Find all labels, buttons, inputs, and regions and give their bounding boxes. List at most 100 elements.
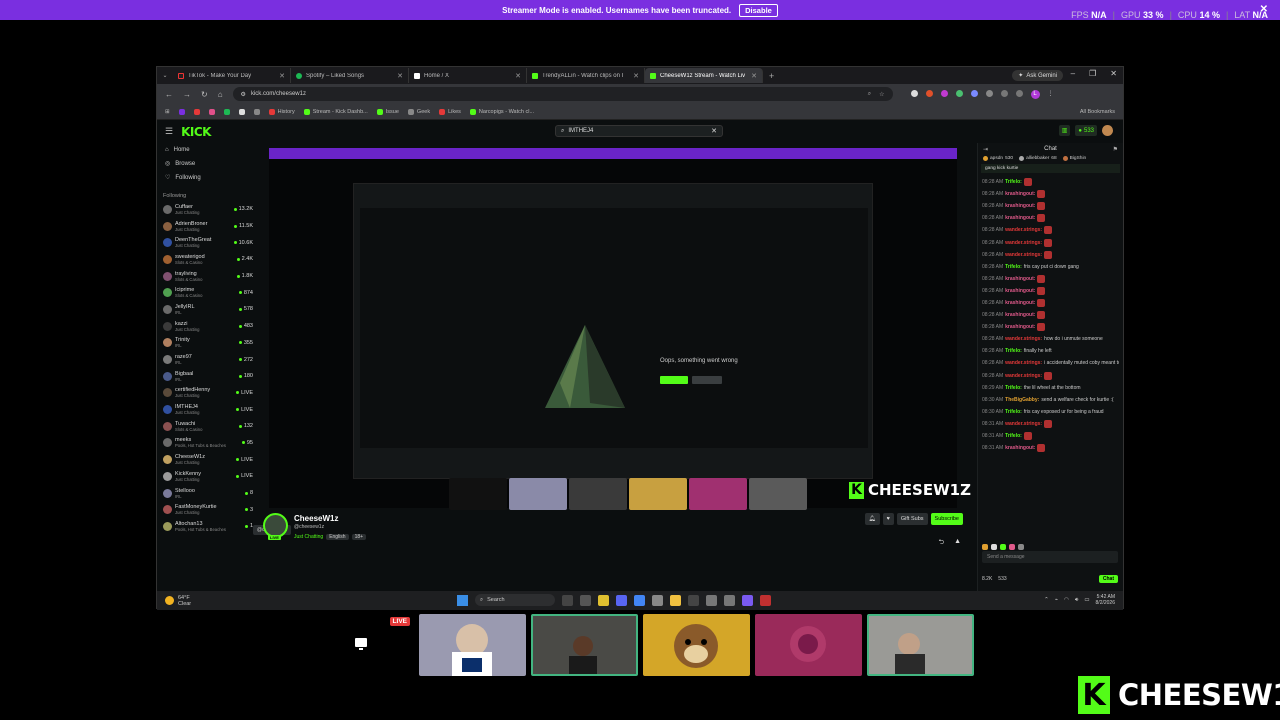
close-tab-icon[interactable]: ✕ [633,72,639,80]
studio-button[interactable]: ▥ [1058,125,1071,136]
url-input[interactable]: ⚙ kick.com/cheesew1z ⌕ ☆ [232,87,893,101]
emote-icon[interactable] [1000,544,1006,550]
extension-icon[interactable] [910,89,918,97]
widgets-icon[interactable] [580,594,591,606]
bookmark-likes[interactable]: Likes [439,108,461,115]
following-item[interactable]: Iciprime Slots & Casino 874 [163,285,253,300]
webcam-tile[interactable] [419,614,526,676]
discord-icon[interactable] [616,594,627,606]
chat-message[interactable]: 08:29 AM Trifelo: the lil wheel at the bot… [982,382,1119,394]
following-item[interactable]: Trinity IRL 355 [163,336,253,351]
following-item[interactable]: FastMoneyKurtie Just Chatting 3 [163,502,253,517]
message-user[interactable]: Trifelo: [1005,179,1022,185]
clock[interactable]: 5:42 AM 8/2/2026 [1096,594,1115,606]
chat-message[interactable]: 08:30 AM Trifelo: fris cay exposed ur for … [982,406,1119,418]
message-user[interactable]: wander.strings: [1005,421,1042,427]
zoom-icon[interactable]: ⌕ [868,91,871,98]
tab-search-icon[interactable]: ⌄ [157,72,173,79]
forward-icon[interactable]: → [183,90,191,99]
webcam-tile[interactable] [531,614,638,676]
volume-icon[interactable]: 🔊︎ [1075,597,1078,604]
extension-icon[interactable] [940,89,948,97]
profile-avatar[interactable]: L [1030,89,1040,99]
following-item[interactable]: AdrienBroner Just Chatting 11.5K [163,219,253,234]
emote-icon[interactable] [982,544,988,550]
sidebar-item-following[interactable]: ♡ Following [165,174,249,182]
tab-cheesew1z[interactable]: CheeseW1z Stream - Watch Liv ✕ [645,68,763,83]
follow-heart-icon[interactable]: ♥ [882,513,894,525]
ask-gemini-button[interactable]: ✦ Ask Gemini [1012,70,1063,81]
chat-message[interactable]: 08:28 AM krashingout: [982,285,1119,297]
bookmark-star-icon[interactable]: ☆ [879,91,884,98]
app-icon[interactable] [742,594,753,606]
tab-tiktok[interactable]: TikTok - Make Your Day ✕ [173,68,291,83]
app-icon[interactable] [652,594,663,606]
close-tab-icon[interactable]: ✕ [279,72,285,80]
chat-message[interactable]: 08:28 AM krashingout: [982,200,1119,212]
streamer-name[interactable]: CheeseW1z [294,514,338,523]
gifter-item[interactable]: alliebbaker 68 [1019,156,1057,161]
notifications-bell-icon[interactable]: 🔔︎ [864,513,880,525]
following-item[interactable]: sweaterigod Slots & Casino 2.4K [163,252,253,267]
chat-message[interactable]: 08:28 AM krashingout: [982,188,1119,200]
downloads-icon[interactable] [1015,89,1023,97]
sidebar-item-browse[interactable]: ◎ Browse [165,160,249,168]
extension-icon[interactable] [925,89,933,97]
chat-message[interactable]: 08:28 AM Trifelo: fris cay put ci down gan… [982,261,1119,273]
puzzle-icon[interactable] [985,89,993,97]
close-window-icon[interactable]: ✕ [1110,69,1117,78]
emote-icon[interactable] [1018,544,1024,550]
following-item[interactable]: meeks Pools, Hot Tubs & Beaches 95 [163,436,253,451]
share-icon[interactable]: ⮌ [938,538,944,549]
task-view-icon[interactable] [562,594,573,606]
category-link[interactable]: Just Chatting [294,534,323,540]
chat-message[interactable]: 08:28 AM wander.strings: [982,370,1119,382]
new-tab-button[interactable]: + [763,71,780,81]
gift-subs-button[interactable]: Gift Subs [896,513,928,525]
close-tab-icon[interactable]: ✕ [515,72,521,80]
message-user[interactable]: krashingout: [1005,203,1035,209]
message-user[interactable]: krashingout: [1005,300,1035,306]
following-item[interactable]: kazzi Just Chatting 483 [163,319,253,334]
kick-points-button[interactable]: ● 533 [1075,125,1097,136]
screen-share-tile[interactable]: LIVE [307,614,414,676]
message-user[interactable]: krashingout: [1005,276,1035,282]
close-tab-icon[interactable]: ✕ [397,72,403,80]
following-item[interactable]: JellyIRL IRL 578 [163,302,253,317]
retry-button[interactable] [660,376,688,384]
message-user[interactable]: Trifelo: [1005,348,1022,354]
clear-search-icon[interactable]: ✕ [711,127,717,135]
following-item[interactable]: raze97 IRL 272 [163,352,253,367]
tab-x[interactable]: Home / X ✕ [409,68,527,83]
chat-message[interactable]: 08:28 AM krashingout: [982,297,1119,309]
message-user[interactable]: krashingout: [1005,324,1035,330]
following-item[interactable]: DeenTheGreat Just Chatting 10.6K [163,235,253,250]
message-user[interactable]: Trifelo: [1005,385,1022,391]
chat-message[interactable]: 08:28 AM Trifelo: [982,176,1119,188]
settings-icon[interactable] [706,594,717,606]
app-icon[interactable] [760,594,771,606]
bookmark-history[interactable]: History [268,108,295,115]
obs-icon[interactable] [688,594,699,606]
chat-message[interactable]: 08:30 AM TheBigGabby: send a welfare check… [982,394,1119,406]
subscribe-button[interactable]: Subscribe [930,513,963,525]
chat-message[interactable]: 08:31 AM Trifelo: [982,430,1119,442]
message-user[interactable]: wander.strings: [1005,227,1042,233]
message-user[interactable]: Trifelo: [1005,433,1022,439]
cast-icon[interactable] [1000,89,1008,97]
following-item[interactable]: certifiedHenny Just Chatting LIVE [163,386,253,401]
message-user[interactable]: Trifelo: [1005,264,1022,270]
app-icon[interactable] [724,594,735,606]
home-icon[interactable]: ⌂ [218,90,223,99]
bookmark-kick-dashboard[interactable]: Stream - Kick Dashb... [303,108,368,115]
message-user[interactable]: krashingout: [1005,191,1035,197]
taskbar-search[interactable]: ⌕ Search [475,594,555,606]
following-item[interactable]: Altochan13 Pools, Hot Tubs & Beaches 1 [163,519,253,534]
emote-icon[interactable] [1009,544,1015,550]
following-item[interactable]: IMTHEJ4 Just Chatting LIVE [163,402,253,417]
all-bookmarks[interactable]: All Bookmarks [1080,109,1115,115]
bookmark-icon-only[interactable] [253,108,260,115]
go-home-button[interactable] [692,376,722,384]
collapse-icon[interactable]: ▲ [954,538,961,549]
bookmark-icon-only[interactable] [238,108,245,115]
